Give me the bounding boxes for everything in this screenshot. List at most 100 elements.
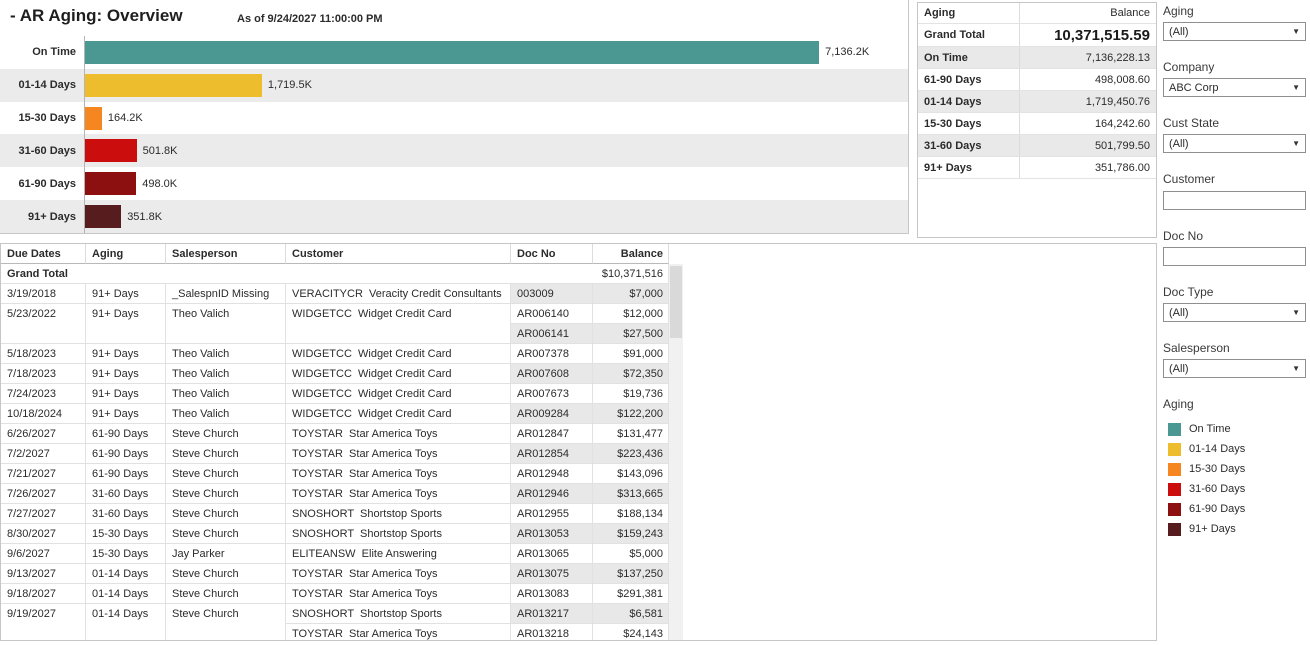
table-row[interactable]: 9/13/202701-14 DaysSteve ChurchTOYSTAR S… <box>1 564 669 584</box>
balance-cell[interactable]: $131,477 <box>593 424 669 444</box>
column-header-balance[interactable]: Balance <box>593 244 669 264</box>
customer-cell[interactable]: ELITEANSW Elite Answering <box>286 544 511 564</box>
customer-cell[interactable]: WIDGETCC Widget Credit Card <box>286 364 511 384</box>
summary-row-91-days[interactable]: 91+ Days351,786.00 <box>918 157 1156 179</box>
table-row[interactable]: 9/18/202701-14 DaysSteve ChurchTOYSTAR S… <box>1 584 669 604</box>
due-date-cell[interactable]: 5/23/2022 <box>1 304 86 324</box>
aging-cell[interactable]: 61-90 Days <box>86 444 166 464</box>
table-row[interactable]: 9/6/202715-30 DaysJay ParkerELITEANSW El… <box>1 544 669 564</box>
aging-cell[interactable]: 01-14 Days <box>86 604 166 624</box>
doc-no-cell[interactable]: AR013075 <box>511 564 593 584</box>
table-row[interactable]: 5/23/202291+ DaysTheo ValichWIDGETCC Wid… <box>1 304 669 324</box>
aging-cell[interactable]: 91+ Days <box>86 304 166 324</box>
legend-item-61-90-days[interactable]: 61-90 Days <box>1163 499 1308 519</box>
bar-31-60-days[interactable] <box>85 139 137 162</box>
due-date-cell[interactable]: 5/18/2023 <box>1 344 86 364</box>
aging-cell[interactable]: 91+ Days <box>86 284 166 304</box>
customer-cell[interactable]: SNOSHORT Shortstop Sports <box>286 524 511 544</box>
balance-cell[interactable]: $12,000 <box>593 304 669 324</box>
due-date-cell[interactable]: 7/2/2027 <box>1 444 86 464</box>
bar-61-90-days[interactable] <box>85 172 136 195</box>
filter-input-customer[interactable] <box>1163 191 1306 210</box>
filter-dropdown-doc-type[interactable]: (All)▼ <box>1163 303 1306 322</box>
balance-cell[interactable]: $122,200 <box>593 404 669 424</box>
salesperson-cell[interactable]: Steve Church <box>166 564 286 584</box>
summary-row-15-30-days[interactable]: 15-30 Days164,242.60 <box>918 113 1156 135</box>
due-date-cell[interactable]: 9/19/2027 <box>1 604 86 624</box>
bar-15-30-days[interactable] <box>85 107 102 130</box>
customer-cell[interactable]: SNOSHORT Shortstop Sports <box>286 504 511 524</box>
table-row[interactable]: 5/18/202391+ DaysTheo ValichWIDGETCC Wid… <box>1 344 669 364</box>
customer-cell[interactable]: TOYSTAR Star America Toys <box>286 584 511 604</box>
salesperson-cell[interactable]: Theo Valich <box>166 364 286 384</box>
doc-no-cell[interactable]: AR013218 <box>511 624 593 641</box>
salesperson-cell[interactable]: Theo Valich <box>166 384 286 404</box>
table-row[interactable]: 3/19/201891+ Days_SalespnID MissingVERAC… <box>1 284 669 304</box>
balance-cell[interactable]: $5,000 <box>593 544 669 564</box>
balance-cell[interactable]: $7,000 <box>593 284 669 304</box>
due-date-cell[interactable]: 7/26/2027 <box>1 484 86 504</box>
column-header-doc-no[interactable]: Doc No <box>511 244 593 264</box>
salesperson-cell[interactable]: Theo Valich <box>166 344 286 364</box>
doc-no-cell[interactable]: AR013053 <box>511 524 593 544</box>
salesperson-cell[interactable] <box>166 624 286 641</box>
aging-cell[interactable]: 31-60 Days <box>86 484 166 504</box>
aging-cell[interactable] <box>86 624 166 641</box>
doc-no-cell[interactable]: AR009284 <box>511 404 593 424</box>
doc-no-cell[interactable]: AR006140 <box>511 304 593 324</box>
legend-item-on-time[interactable]: On Time <box>1163 419 1308 439</box>
aging-cell[interactable]: 61-90 Days <box>86 464 166 484</box>
salesperson-cell[interactable]: Theo Valich <box>166 304 286 324</box>
column-header-aging[interactable]: Aging <box>86 244 166 264</box>
due-date-cell[interactable]: 8/30/2027 <box>1 524 86 544</box>
table-row[interactable]: 7/2/202761-90 DaysSteve ChurchTOYSTAR St… <box>1 444 669 464</box>
aging-cell[interactable]: 15-30 Days <box>86 524 166 544</box>
table-row[interactable]: 7/26/202731-60 DaysSteve ChurchTOYSTAR S… <box>1 484 669 504</box>
customer-cell[interactable]: TOYSTAR Star America Toys <box>286 484 511 504</box>
aging-cell[interactable]: 01-14 Days <box>86 584 166 604</box>
aging-cell[interactable]: 15-30 Days <box>86 544 166 564</box>
table-vertical-scrollbar[interactable] <box>669 264 683 640</box>
balance-cell[interactable]: $188,134 <box>593 504 669 524</box>
column-header-salesperson[interactable]: Salesperson <box>166 244 286 264</box>
table-row[interactable]: TOYSTAR Star America ToysAR013218$24,143 <box>1 624 669 641</box>
salesperson-cell[interactable]: Theo Valich <box>166 404 286 424</box>
aging-cell[interactable]: 91+ Days <box>86 344 166 364</box>
legend-item-91-days[interactable]: 91+ Days <box>1163 519 1308 539</box>
customer-cell[interactable]: TOYSTAR Star America Toys <box>286 624 511 641</box>
salesperson-cell[interactable]: Steve Church <box>166 444 286 464</box>
doc-no-cell[interactable]: AR013217 <box>511 604 593 624</box>
aging-cell[interactable]: 91+ Days <box>86 384 166 404</box>
grand-total-row[interactable]: Grand Total$10,371,516 <box>1 264 669 284</box>
table-row[interactable]: 8/30/202715-30 DaysSteve ChurchSNOSHORT … <box>1 524 669 544</box>
column-header-due-dates[interactable]: Due Dates <box>1 244 86 264</box>
bar-01-14-days[interactable] <box>85 74 262 97</box>
doc-no-cell[interactable]: AR012854 <box>511 444 593 464</box>
filter-input-doc-no[interactable] <box>1163 247 1306 266</box>
salesperson-cell[interactable]: _SalespnID Missing <box>166 284 286 304</box>
due-date-cell[interactable]: 6/26/2027 <box>1 424 86 444</box>
table-row[interactable]: 7/24/202391+ DaysTheo ValichWIDGETCC Wid… <box>1 384 669 404</box>
doc-no-cell[interactable]: 003009 <box>511 284 593 304</box>
aging-cell[interactable]: 61-90 Days <box>86 424 166 444</box>
aging-cell[interactable] <box>86 324 166 344</box>
table-row[interactable]: 7/21/202761-90 DaysSteve ChurchTOYSTAR S… <box>1 464 669 484</box>
balance-cell[interactable]: $6,581 <box>593 604 669 624</box>
doc-no-cell[interactable]: AR007673 <box>511 384 593 404</box>
doc-no-cell[interactable]: AR013065 <box>511 544 593 564</box>
table-row[interactable]: 7/27/202731-60 DaysSteve ChurchSNOSHORT … <box>1 504 669 524</box>
filter-dropdown-cust-state[interactable]: (All)▼ <box>1163 134 1306 153</box>
legend-item-15-30-days[interactable]: 15-30 Days <box>1163 459 1308 479</box>
salesperson-cell[interactable]: Steve Church <box>166 524 286 544</box>
customer-cell[interactable]: SNOSHORT Shortstop Sports <box>286 604 511 624</box>
summary-row-01-14-days[interactable]: 01-14 Days1,719,450.76 <box>918 91 1156 113</box>
salesperson-cell[interactable]: Steve Church <box>166 604 286 624</box>
table-row[interactable]: 7/18/202391+ DaysTheo ValichWIDGETCC Wid… <box>1 364 669 384</box>
customer-cell[interactable]: TOYSTAR Star America Toys <box>286 444 511 464</box>
table-row[interactable]: 9/19/202701-14 DaysSteve ChurchSNOSHORT … <box>1 604 669 624</box>
bar-on-time[interactable] <box>85 41 819 64</box>
aging-cell[interactable]: 91+ Days <box>86 404 166 424</box>
balance-cell[interactable]: $27,500 <box>593 324 669 344</box>
customer-cell[interactable]: TOYSTAR Star America Toys <box>286 424 511 444</box>
balance-cell[interactable]: $19,736 <box>593 384 669 404</box>
